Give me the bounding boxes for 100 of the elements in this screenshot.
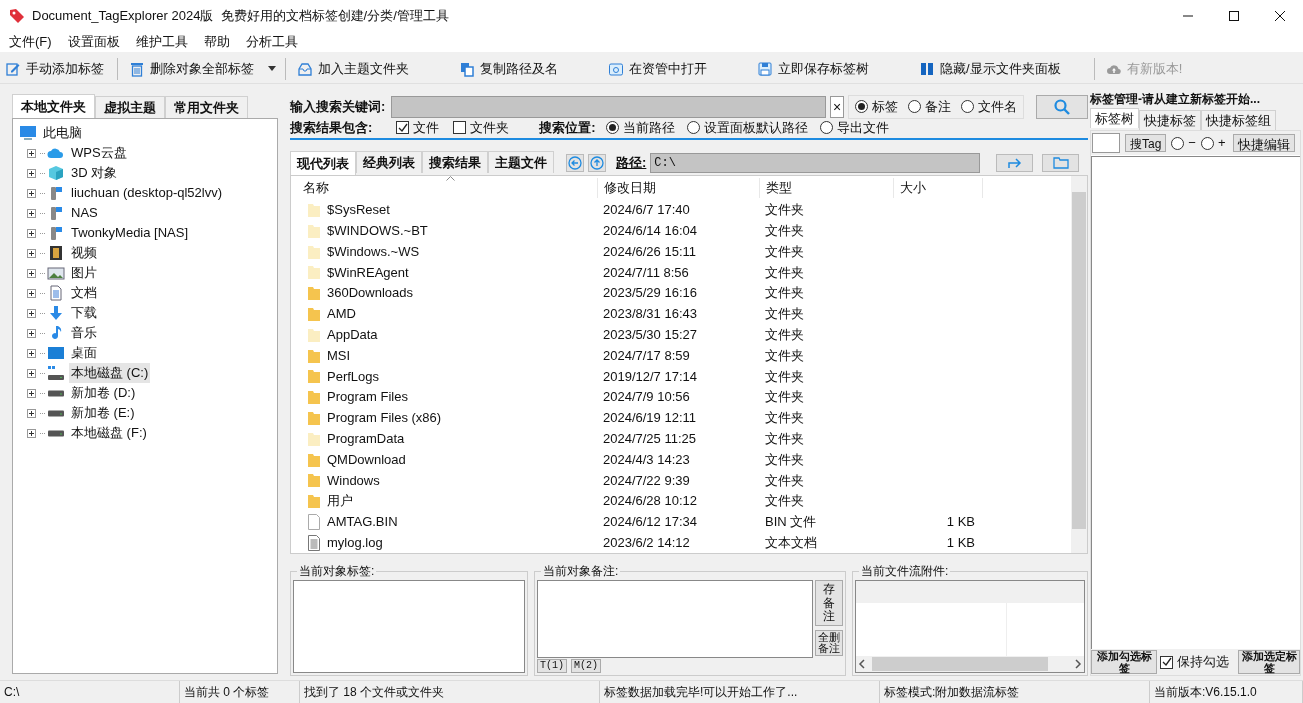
column-header[interactable]: 大小 [893,178,983,198]
file-name[interactable]: ProgramData [327,429,405,449]
tab[interactable]: 虚拟主题 [95,96,165,118]
expand-icon[interactable] [27,428,36,438]
tree-item[interactable]: 音乐 [69,323,99,343]
search-button[interactable] [1036,94,1088,119]
radio-button[interactable]: 导出文件 [819,118,889,138]
file-name[interactable]: mylog.log [327,533,383,553]
scrollbar-thumb[interactable] [872,657,1048,671]
file-name[interactable]: MSI [327,345,351,366]
menu-item[interactable]: 文件(F) [9,32,52,52]
tab[interactable]: 搜索结果 [422,150,488,173]
dropdown-caret-icon[interactable] [267,65,277,72]
tab[interactable]: 常用文件夹 [165,96,248,118]
file-name[interactable]: 360Downloads [327,283,413,303]
file-name[interactable]: Program Files [327,387,408,407]
tree-item[interactable]: 桌面 [69,343,99,363]
radio-button[interactable]: 标签 [855,97,899,117]
radio-button[interactable]: − [1171,133,1196,153]
expand-icon[interactable] [27,148,36,158]
toolbar-button[interactable]: 复制路径及名 [454,55,563,82]
toolbar-button[interactable]: 删除对象全部标签 [124,55,259,82]
toolbar-button[interactable]: 在资管中打开 [603,55,712,82]
up-icon[interactable] [588,153,606,172]
tree-item[interactable]: 本地磁盘 (C:) [69,363,151,383]
note-tab-button[interactable]: M(2) [571,659,602,673]
expand-icon[interactable] [27,348,36,358]
path-field[interactable]: C:\ [650,152,981,173]
tree-item[interactable]: 新加卷 (D:) [69,383,138,403]
scroll-left-icon[interactable] [858,659,866,669]
expand-icon[interactable] [27,228,36,238]
expand-icon[interactable] [27,388,36,398]
tree-item[interactable]: 图片 [69,263,99,283]
file-name[interactable]: $SysReset [327,200,390,220]
expand-icon[interactable] [27,168,36,178]
radio-button[interactable]: 文件名 [961,97,1018,117]
file-name[interactable]: AMTAG.BIN [327,512,398,532]
expand-icon[interactable] [27,268,36,278]
toolbar-button[interactable]: 隐藏/显示文件夹面板 [914,55,1066,82]
expand-icon[interactable] [27,328,36,338]
expand-icon[interactable] [27,208,36,218]
menu-item[interactable]: 帮助 [203,32,230,52]
delete-notes-button[interactable]: 全删备注 [815,630,843,657]
tab[interactable]: 经典列表 [356,150,422,173]
file-name[interactable]: AppData [327,325,378,345]
toolbar-button[interactable]: 加入主题文件夹 [292,55,414,82]
file-name[interactable]: PerfLogs [327,366,380,387]
tree-item[interactable]: TwonkyMedia [NAS] [69,223,191,243]
radio-button[interactable]: 设置面板默认路径 [686,118,808,138]
note-tab-button[interactable]: T(1) [537,659,567,673]
radio-button[interactable]: 当前路径 [605,118,675,138]
tab[interactable]: 快捷标签组 [1201,110,1276,130]
file-name[interactable]: Windows [327,470,380,491]
tree-item[interactable]: 下载 [69,303,99,323]
column-header[interactable]: 修改日期 [597,178,759,198]
tab[interactable]: 快捷标签 [1139,110,1201,130]
tree-item[interactable]: WPS云盘 [69,143,129,163]
search-field[interactable] [391,95,827,118]
tab[interactable]: 现代列表 [290,150,356,175]
quick-edit-button[interactable]: 快捷编辑 [1232,134,1295,152]
file-name[interactable]: $WINDOWS.~BT [327,221,428,241]
save-note-button[interactable]: 存备注 [815,580,843,627]
tree-item[interactable]: 此电脑 [41,123,84,143]
add-checked-button[interactable]: 添加勾选标签 [1091,650,1157,674]
file-name[interactable]: QMDownload [327,449,406,470]
notes-field[interactable] [537,580,813,658]
column-header[interactable]: 类型 [759,178,893,198]
expand-icon[interactable] [27,308,36,318]
checkbox[interactable]: 保持勾选 [1160,652,1229,672]
tab[interactable]: 标签树 [1090,108,1139,128]
tree-item[interactable]: 本地磁盘 (F:) [69,423,149,443]
tree-item[interactable]: 新加卷 (E:) [69,403,137,423]
menu-item[interactable]: 分析工具 [245,32,298,52]
back-icon[interactable] [566,153,584,172]
tree-item[interactable]: 3D 对象 [69,163,120,183]
scroll-right-icon[interactable] [1074,659,1082,669]
tree-item[interactable]: 视频 [69,243,99,263]
expand-icon[interactable] [27,408,36,418]
checkbox[interactable]: 文件夹 [453,118,510,138]
file-name[interactable]: AMD [327,304,356,324]
file-name[interactable]: Program Files (x86) [327,408,442,428]
tab[interactable]: 本地文件夹 [12,94,95,118]
search-tag-button[interactable]: 搜Tag [1125,134,1167,152]
file-name[interactable]: $Windows.~WS [327,241,420,262]
radio-button[interactable]: 备注 [908,97,952,117]
toolbar-button[interactable]: 手动添加标签 [0,55,109,82]
expand-icon[interactable] [27,248,36,258]
checkbox[interactable]: 文件 [396,118,440,138]
tag-field[interactable] [1092,133,1120,153]
add-selected-button[interactable]: 添加选定标签 [1238,650,1300,674]
column-header[interactable]: 名称 [291,178,597,198]
expand-icon[interactable] [27,288,36,298]
file-name[interactable]: $WinREAgent [327,262,409,283]
tree-item[interactable]: NAS [69,203,100,223]
tree-item[interactable]: liuchuan (desktop-ql52lvv) [69,183,225,203]
radio-button[interactable]: + [1200,133,1226,153]
menu-item[interactable]: 维护工具 [135,32,188,52]
file-name[interactable]: 用户 [327,491,353,511]
clear-button[interactable]: × [830,95,845,118]
expand-icon[interactable] [27,368,36,378]
